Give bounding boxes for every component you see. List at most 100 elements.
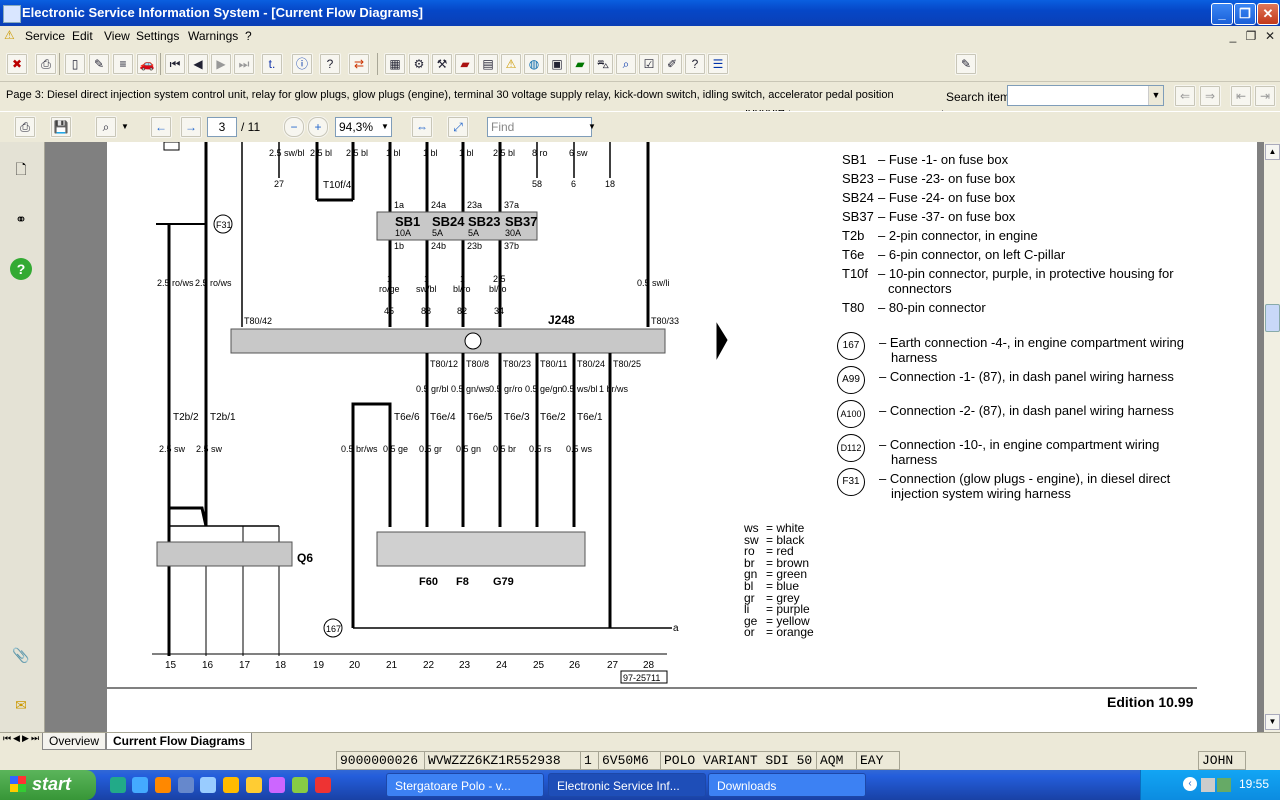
menu-view[interactable]: View [104, 29, 130, 43]
menu-settings[interactable]: Settings [136, 29, 179, 43]
chevron-down-icon[interactable]: ▼ [121, 122, 129, 131]
tab-first-icon[interactable]: ⏮ [3, 733, 11, 744]
task-downloads[interactable]: Downloads [708, 773, 866, 797]
document-viewer[interactable]: SB1 SB24 SB23 SB37 10A 5A 5A 30A 1a 24a … [45, 142, 1264, 732]
tools-icon[interactable]: ⚙ [408, 53, 430, 75]
help-icon[interactable]: ? [319, 53, 341, 75]
media-icon[interactable] [223, 777, 239, 793]
switch-icon[interactable]: ⇄ [348, 53, 370, 75]
connection-symbol: F31 [837, 468, 865, 496]
car-side-icon[interactable]: ⛍ [592, 53, 614, 75]
first-hit-icon[interactable]: ⇤ [1230, 85, 1252, 107]
quicklaunch-icon[interactable] [315, 777, 331, 793]
manual-icon[interactable]: ▤ [477, 53, 499, 75]
help-circle-icon[interactable]: ? [10, 258, 32, 280]
attachment-icon[interactable]: 📎 [10, 644, 32, 666]
tab-prev-icon[interactable]: ◀ [13, 733, 20, 744]
warning-toolbar-icon[interactable]: ⚠ [500, 53, 522, 75]
status-index: 1 [580, 751, 600, 770]
close-button[interactable]: ✕ [1257, 3, 1279, 25]
warning-icon: ⚠ [4, 28, 15, 42]
quicklaunch-icon[interactable] [269, 777, 285, 793]
first-page-icon[interactable]: ⏮ [164, 53, 186, 75]
quicklaunch-icon[interactable] [200, 777, 216, 793]
chevron-down-icon[interactable]: ▼ [588, 122, 596, 131]
quicklaunch-icon[interactable] [110, 777, 126, 793]
find-input[interactable]: Find [487, 117, 592, 137]
zoom-out-icon[interactable]: − [283, 116, 305, 138]
menu-warnings[interactable]: Warnings [188, 29, 238, 43]
task-firefox[interactable]: Stergatoare Polo - v... [386, 773, 544, 797]
pages-icon[interactable]: 🗋 [10, 158, 32, 180]
mdi-minimize-button[interactable]: _ [1226, 29, 1240, 43]
firefox-icon[interactable] [155, 777, 171, 793]
tab-current-flow-diagrams[interactable]: Current Flow Diagrams [106, 733, 253, 750]
page-number-input[interactable]: 3 [207, 117, 237, 137]
last-hit-icon[interactable]: ⇥ [1254, 85, 1276, 107]
previous-page-icon[interactable]: ◀ [187, 53, 209, 75]
tray-expand-icon[interactable]: ‹ [1183, 777, 1197, 791]
binoculars-icon[interactable]: ⚭ [10, 208, 32, 230]
search-forward-icon[interactable]: ⇒ [1199, 85, 1221, 107]
next-page-icon[interactable]: ▶ [210, 53, 232, 75]
globe-icon[interactable]: ◍ [523, 53, 545, 75]
fit-page-icon[interactable]: ⤢ [447, 116, 469, 138]
start-button[interactable]: start [0, 770, 96, 800]
green-book-icon[interactable]: ▰ [569, 53, 591, 75]
maximize-button[interactable]: ❐ [1234, 3, 1256, 25]
messenger-icon[interactable] [246, 777, 262, 793]
edit-document-icon[interactable]: ✎ [88, 53, 110, 75]
book-icon[interactable]: ▰ [454, 53, 476, 75]
search-back-icon[interactable]: ⇐ [1174, 85, 1196, 107]
fuse-label: SB1 [395, 214, 420, 229]
mdi-restore-button[interactable]: ❐ [1244, 29, 1258, 43]
comments-icon[interactable]: ✉ [10, 694, 32, 716]
chevron-down-icon[interactable]: ▼ [381, 122, 389, 131]
tab-overview[interactable]: Overview [42, 733, 107, 750]
checklist-icon[interactable]: ☑ [638, 53, 660, 75]
menu-edit[interactable]: Edit [72, 29, 93, 43]
tray-icon[interactable] [1217, 778, 1231, 792]
search-vehicle-icon[interactable]: ⌕ [615, 53, 637, 75]
tab-last-icon[interactable]: ⏭ [31, 733, 39, 744]
jobnote-edit-icon[interactable]: ✎ [955, 53, 977, 75]
next-arrow-icon[interactable]: → [180, 116, 202, 138]
engine-icon[interactable]: ⚒ [431, 53, 453, 75]
info-icon[interactable]: ⓘ [291, 53, 313, 75]
calculator-icon[interactable]: ▦ [384, 53, 406, 75]
new-document-icon[interactable]: ▯ [64, 53, 86, 75]
scroll-down-icon[interactable]: ▼ [1265, 714, 1280, 730]
zoom-in-icon[interactable]: + [307, 116, 329, 138]
print-icon[interactable]: ⎙ [35, 53, 57, 75]
network-icon[interactable]: ☰ [707, 53, 729, 75]
quicklaunch-icon[interactable] [292, 777, 308, 793]
save-icon[interactable]: 💾 [50, 116, 72, 138]
question-doc-icon[interactable]: ? [684, 53, 706, 75]
previous-arrow-icon[interactable]: ← [150, 116, 172, 138]
vehicle-icon[interactable]: 🚗 [136, 53, 158, 75]
quicklaunch-icon[interactable] [178, 777, 194, 793]
jump-icon[interactable]: t. [261, 53, 283, 75]
minimize-button[interactable]: _ [1211, 3, 1233, 25]
vertical-scrollbar[interactable]: ▲ ▼ [1264, 142, 1280, 732]
ie-icon[interactable] [132, 777, 148, 793]
tray-icon[interactable] [1201, 778, 1215, 792]
document-list-icon[interactable]: ≡ [112, 53, 134, 75]
fit-width-icon[interactable]: ⇔ [411, 116, 433, 138]
t6e-label: T6e/4 [430, 412, 456, 423]
search-item-select[interactable]: ▼ [1007, 85, 1164, 106]
menu-help[interactable]: ? [245, 29, 252, 43]
diagnostics-icon[interactable]: ▣ [546, 53, 568, 75]
task-esi[interactable]: Electronic Service Inf... [548, 773, 706, 797]
chevron-down-icon[interactable]: ▼ [1148, 86, 1163, 105]
last-page-icon[interactable]: ⏭ [233, 53, 255, 75]
pdf-print-icon[interactable]: ⎙ [14, 116, 36, 138]
mdi-close-button[interactable]: ✕ [1263, 29, 1277, 43]
search-doc-icon[interactable]: ⌕ [95, 116, 117, 138]
exit-icon[interactable]: ✖ [6, 53, 28, 75]
scroll-up-icon[interactable]: ▲ [1265, 144, 1280, 160]
tab-next-icon[interactable]: ▶ [22, 733, 29, 744]
scroll-thumb[interactable] [1265, 304, 1280, 332]
repair-icon[interactable]: ✐ [661, 53, 683, 75]
menu-service[interactable]: Service [25, 29, 65, 43]
